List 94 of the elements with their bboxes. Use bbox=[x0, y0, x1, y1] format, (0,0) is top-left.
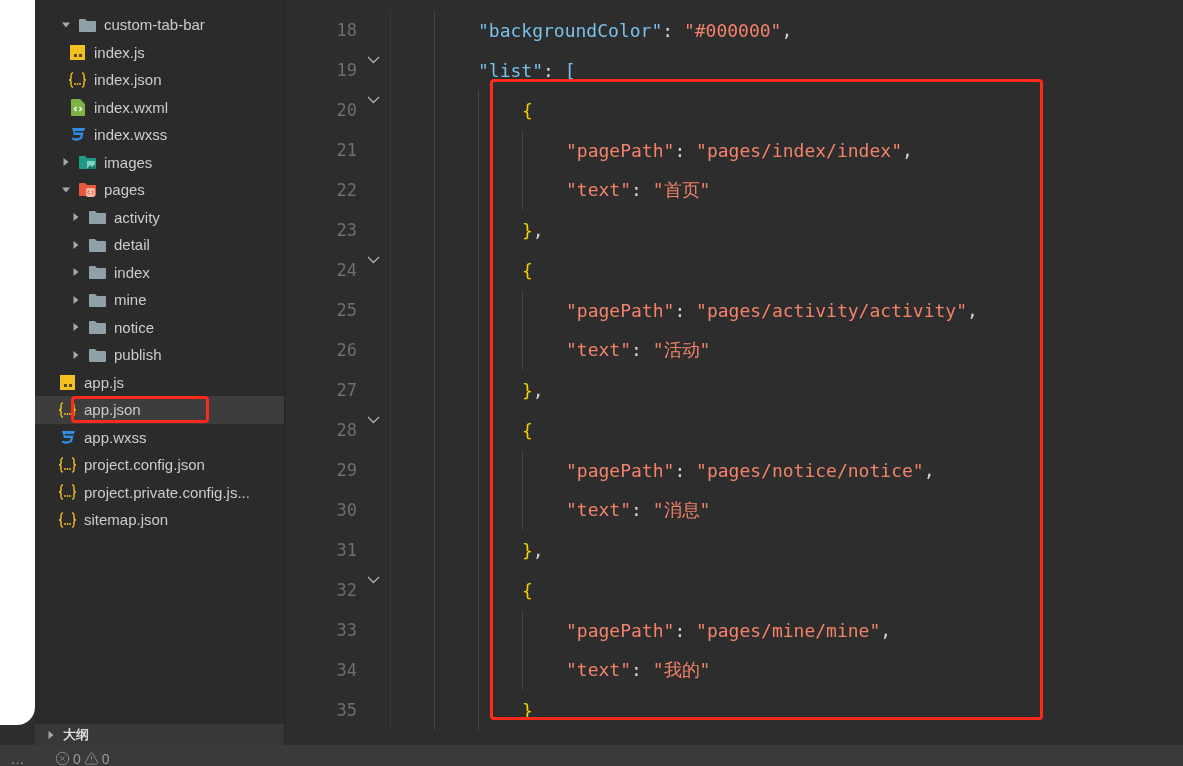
line-number: 28 bbox=[335, 420, 357, 440]
tree-item[interactable]: index.wxml bbox=[35, 93, 284, 121]
code-text: "text": "我的" bbox=[566, 658, 711, 682]
chevron-down-icon[interactable] bbox=[367, 416, 380, 424]
folder-icon bbox=[79, 17, 96, 32]
line-number: 33 bbox=[335, 620, 357, 640]
tree-item[interactable]: index bbox=[35, 258, 284, 286]
tree-item[interactable]: detail bbox=[35, 231, 284, 259]
line-number: 34 bbox=[335, 660, 357, 680]
css-file-icon bbox=[59, 429, 76, 445]
more-button[interactable]: … bbox=[0, 752, 35, 766]
json-file-icon bbox=[59, 456, 76, 473]
tree-item[interactable]: publish bbox=[35, 341, 284, 369]
code-text: }, bbox=[522, 219, 544, 241]
line-number: 25 bbox=[335, 300, 357, 320]
tree-item[interactable]: pages bbox=[35, 176, 284, 204]
line-number: 18 bbox=[335, 20, 357, 40]
line-number: 22 bbox=[335, 180, 357, 200]
line-number: 30 bbox=[335, 500, 357, 520]
code-text: "text": "活动" bbox=[566, 338, 711, 362]
caret-icon[interactable] bbox=[47, 730, 55, 739]
code-file-icon bbox=[70, 98, 85, 116]
code-text: "pagePath": "pages/index/index", bbox=[566, 139, 913, 161]
line-number: 29 bbox=[335, 460, 357, 480]
caret-icon[interactable] bbox=[72, 213, 80, 222]
folder-icon bbox=[89, 237, 106, 252]
code-text: "pagePath": "pages/mine/mine", bbox=[566, 619, 892, 641]
error-icon bbox=[55, 751, 70, 766]
folder-icon bbox=[89, 265, 106, 280]
line-number: 26 bbox=[335, 340, 357, 360]
warning-count: 0 bbox=[101, 752, 110, 766]
caret-icon[interactable] bbox=[72, 295, 80, 304]
outline-title: 大纲 bbox=[63, 725, 89, 744]
json-file-icon bbox=[59, 484, 76, 501]
line-number: 35 bbox=[335, 700, 357, 720]
tree-item[interactable]: index.js bbox=[35, 38, 284, 66]
code-text: { bbox=[522, 579, 533, 601]
outline-header[interactable]: 大纲 bbox=[35, 724, 284, 745]
tree-item[interactable]: index.wxss bbox=[35, 121, 284, 149]
js-file-icon bbox=[60, 374, 75, 390]
code-text: }, bbox=[522, 379, 544, 401]
code-text: "pagePath": "pages/notice/notice", bbox=[566, 459, 935, 481]
code-text: { bbox=[522, 99, 533, 121]
json-file-icon bbox=[59, 511, 76, 528]
caret-icon[interactable] bbox=[62, 158, 70, 167]
caret-icon[interactable] bbox=[72, 240, 80, 249]
tree-item[interactable]: app.wxss bbox=[35, 423, 284, 451]
tree-item[interactable]: notice bbox=[35, 313, 284, 341]
tree-item[interactable]: project.config.json bbox=[35, 451, 284, 479]
code-text: }, bbox=[522, 539, 544, 561]
code-text: "pagePath": "pages/activity/activity", bbox=[566, 299, 978, 321]
line-number: 20 bbox=[335, 100, 357, 120]
folder-icon bbox=[89, 347, 106, 362]
code-text: { bbox=[522, 419, 533, 441]
tree-item[interactable]: custom-tab-bar bbox=[35, 11, 284, 39]
code-text: { bbox=[522, 259, 533, 281]
warning-icon bbox=[83, 751, 99, 766]
json-file-icon bbox=[59, 401, 76, 418]
tree-item[interactable]: images bbox=[35, 148, 284, 176]
chevron-down-icon[interactable] bbox=[367, 256, 380, 264]
folder-icon bbox=[89, 292, 106, 307]
caret-icon[interactable] bbox=[72, 268, 80, 277]
line-number: 27 bbox=[335, 380, 357, 400]
error-count: 0 bbox=[73, 752, 81, 766]
line-number: 19 bbox=[335, 60, 357, 80]
image-folder-icon bbox=[79, 154, 96, 170]
tree-item[interactable]: activity bbox=[35, 203, 284, 231]
tree-item[interactable]: sitemap.json bbox=[35, 506, 284, 534]
chevron-down-icon[interactable] bbox=[367, 576, 380, 584]
code-text: "text": "首页" bbox=[566, 178, 711, 202]
line-number: 21 bbox=[335, 140, 357, 160]
line-number: 23 bbox=[335, 220, 357, 240]
caret-icon[interactable] bbox=[62, 185, 70, 194]
chevron-down-icon[interactable] bbox=[367, 96, 380, 104]
code-text: "list": [ bbox=[478, 59, 576, 81]
caret-icon[interactable] bbox=[72, 323, 80, 332]
caret-icon[interactable] bbox=[62, 20, 70, 29]
caret-icon[interactable] bbox=[72, 350, 80, 359]
pages-folder-icon bbox=[79, 181, 96, 198]
line-number: 24 bbox=[335, 260, 357, 280]
tree-item[interactable]: mine bbox=[35, 286, 284, 314]
js-file-icon bbox=[70, 44, 85, 60]
folder-icon bbox=[89, 210, 106, 225]
tree-item[interactable]: project.private.config.js... bbox=[35, 478, 284, 506]
line-number: 32 bbox=[335, 580, 357, 600]
code-text: "backgroundColor": "#000000", bbox=[478, 19, 793, 41]
tree-item[interactable]: index.json bbox=[35, 66, 284, 94]
css-file-icon bbox=[69, 127, 86, 143]
folder-icon bbox=[89, 320, 106, 335]
chevron-down-icon[interactable] bbox=[367, 56, 380, 64]
tree-item[interactable]: app.js bbox=[35, 368, 284, 396]
line-number: 31 bbox=[335, 540, 357, 560]
json-file-icon bbox=[69, 71, 86, 88]
code-text: "text": "消息" bbox=[566, 498, 711, 522]
